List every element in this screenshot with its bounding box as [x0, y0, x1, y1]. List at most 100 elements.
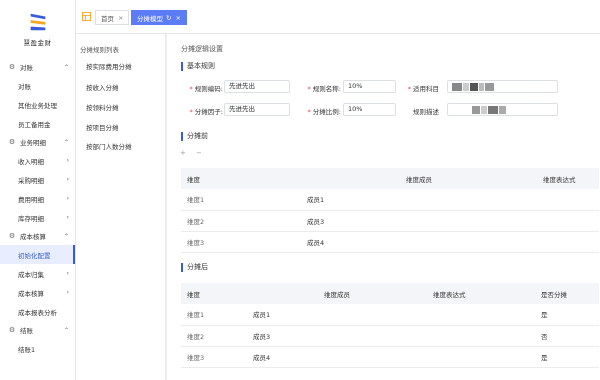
rule-list-item[interactable]: 按项目分摊 — [86, 122, 119, 132]
sidebar-item[interactable]: 收入明细 › — [0, 151, 75, 170]
tab-bar: 首页 × 分摊模型 ↻ × — [76, 0, 600, 34]
chevron-right-icon: › — [66, 270, 69, 277]
sidebar-group-label: 对账 — [20, 64, 33, 72]
section-accent-bar — [181, 131, 183, 141]
section-title: 基本规则 — [187, 62, 215, 70]
sidebar-item-label: 初始化配置 — [18, 251, 51, 260]
close-icon[interactable]: × — [118, 14, 123, 22]
chevron-right-icon: › — [66, 157, 69, 164]
redacted-value — [452, 82, 495, 91]
page-title: 分摊逻辑设置 — [181, 45, 223, 53]
chevron-up-icon: ⌃ — [63, 232, 69, 240]
expression-cell — [537, 210, 599, 232]
member-cell: 成员4 — [247, 346, 427, 368]
table-row[interactable]: 维度3 成员4 是 — [181, 346, 599, 368]
rule-list-panel: 分摊规则列表 按实际费用分摊 按收入分摊 按领料分摊 按项目分摊 按部门人数分摊 — [76, 34, 166, 380]
chevron-right-icon: › — [66, 214, 69, 221]
sidebar-item[interactable]: 采购明细 › — [0, 170, 75, 189]
column-header: 是否分摊 — [535, 283, 599, 304]
sidebar-item[interactable]: 对账 — [0, 76, 75, 95]
sidebar-item[interactable]: 成本报表分析 — [0, 302, 75, 321]
sidebar-item-label: 成本归集 — [18, 270, 44, 279]
remove-icon[interactable]: − — [196, 149, 202, 157]
chevron-up-icon: ⌃ — [63, 138, 69, 146]
after-table: 维度 维度成员 维度表达式 是否分摊 维度1 成员1 是 维度2 成员3 否 维… — [181, 283, 599, 368]
sidebar-item[interactable]: 初始化配置 — [0, 245, 75, 264]
column-header: 维度表达式 — [427, 283, 535, 304]
sidebar-item[interactable]: 成本核算 › — [0, 283, 75, 302]
sidebar-item[interactable]: 其他业务处理 — [0, 95, 75, 114]
tab-home[interactable]: 首页 × — [95, 10, 130, 25]
rule-list-item[interactable]: 按收入分摊 — [86, 82, 119, 92]
section-after: 分摊后 — [181, 262, 208, 272]
sidebar-item-label: 成本报表分析 — [18, 308, 57, 317]
sidebar-item[interactable]: 库存明细 › — [0, 208, 75, 227]
sidebar-nav: ⚙ 对账 ⌃ 对账 其他业务处理 员工备用金 ⚙ 业务明细 ⌃ 收入明细 › 采购明细 › 费用明细 › 库存… — [0, 58, 75, 358]
sidebar-group-header[interactable]: ⚙ 对账 ⌃ — [0, 58, 75, 76]
tab-allocation-model[interactable]: 分摊模型 ↻ × — [131, 10, 187, 25]
rule-list-item[interactable]: 按部门人数分摊 — [86, 141, 132, 151]
rule-list-item[interactable]: 按领料分摊 — [86, 102, 119, 112]
ratio-label: * 分摊比例: — [307, 108, 341, 116]
description-field[interactable] — [447, 103, 558, 116]
column-header: 维度表达式 — [537, 168, 599, 189]
rule-list-item[interactable]: 按实际费用分摊 — [86, 61, 132, 71]
rule-list-title: 分摊规则列表 — [80, 46, 119, 54]
sidebar-item-label: 对账 — [18, 82, 31, 91]
account-label: * 适用科目 — [407, 85, 439, 93]
allocate-flag-cell: 是 — [535, 304, 599, 326]
sidebar-group-header[interactable]: ⚙ 成本核算 ⌃ — [0, 227, 75, 245]
main-panel: 分摊逻辑设置 基本规则 * 规则编码: 先进先出 * 规则名称: 10% * 适用科目… — [167, 34, 600, 380]
column-header: 维度成员 — [301, 168, 537, 189]
member-cell: 成员1 — [301, 189, 537, 211]
gear-icon: ⚙ — [8, 63, 16, 71]
rule-code-label: * 规则编码: — [189, 85, 223, 93]
add-icon[interactable]: + — [180, 149, 186, 157]
tab-label: 首页 — [101, 14, 114, 23]
sidebar-group-header[interactable]: ⚙ 结账 ⌃ — [0, 321, 75, 339]
table-row[interactable]: 维度1 成员1 — [181, 189, 599, 211]
sidebar-group-header[interactable]: ⚙ 业务明细 ⌃ — [0, 133, 75, 151]
rule-name-field[interactable]: 10% — [343, 80, 396, 93]
dimension-cell: 维度1 — [181, 189, 301, 211]
table-header-row: 维度 维度成员 维度表达式 是否分摊 — [181, 283, 599, 304]
dimension-cell: 维度2 — [181, 325, 247, 347]
refresh-icon[interactable]: ↻ — [166, 14, 171, 22]
sidebar-group-label: 业务明细 — [20, 139, 46, 147]
sidebar: 慧盈金财 ⚙ 对账 ⌃ 对账 其他业务处理 员工备用金 ⚙ 业务明细 ⌃ 收入明细 › 采购明细 › 费用… — [0, 0, 76, 380]
table-header-row: 维度 维度成员 维度表达式 — [181, 168, 599, 189]
sidebar-item-label: 成本核算 — [18, 289, 44, 298]
dimension-cell: 维度3 — [181, 346, 247, 368]
table-row[interactable]: 维度2 成员3 否 — [181, 325, 599, 347]
rule-code-field[interactable]: 先进先出 — [224, 80, 290, 93]
section-before: 分摊前 — [181, 131, 208, 141]
expression-cell — [427, 346, 535, 368]
sidebar-item-label: 收入明细 — [18, 157, 44, 166]
ratio-field[interactable]: 10% — [343, 103, 396, 116]
sidebar-item[interactable]: 费用明细 › — [0, 189, 75, 208]
column-header: 维度 — [181, 168, 301, 189]
sidebar-item[interactable]: 员工备用金 — [0, 114, 75, 133]
chevron-right-icon: › — [66, 289, 69, 296]
gear-icon: ⚙ — [8, 138, 16, 146]
logo-icon — [30, 13, 45, 31]
member-cell: 成员4 — [301, 231, 537, 253]
menu-grid-icon[interactable] — [82, 12, 91, 21]
account-field[interactable] — [447, 80, 558, 93]
chevron-up-icon: ⌃ — [63, 326, 69, 334]
sidebar-item-label: 结账1 — [18, 345, 36, 354]
sidebar-item[interactable]: 结账1 — [0, 339, 75, 358]
expression-cell — [537, 231, 599, 253]
section-title: 分摊前 — [187, 132, 208, 140]
table-row[interactable]: 维度3 成员4 — [181, 231, 599, 253]
sidebar-item[interactable]: 成本归集 › — [0, 264, 75, 283]
factor-field[interactable]: 先进先出 — [224, 103, 290, 116]
chevron-right-icon: › — [66, 176, 69, 183]
dimension-cell: 维度3 — [181, 231, 301, 253]
sidebar-item-label: 采购明细 — [18, 176, 44, 185]
table-row[interactable]: 维度2 成员3 — [181, 210, 599, 232]
before-table: 维度 维度成员 维度表达式 维度1 成员1 维度2 成员3 维度3 成员4 — [181, 168, 599, 253]
table-row[interactable]: 维度1 成员1 是 — [181, 304, 599, 326]
sidebar-item-label: 库存明细 — [18, 214, 44, 223]
close-icon[interactable]: × — [175, 14, 180, 22]
